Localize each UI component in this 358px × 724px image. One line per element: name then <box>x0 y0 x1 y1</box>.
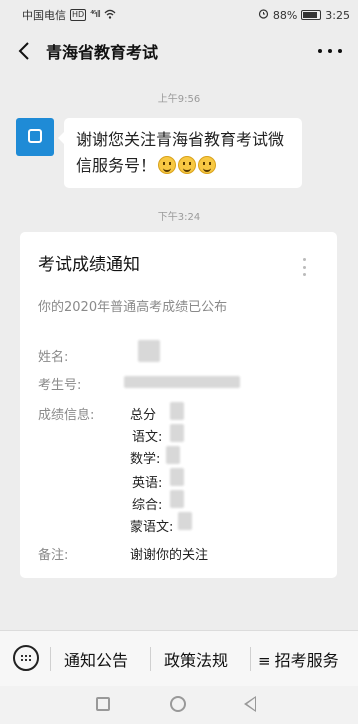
logo-icon <box>28 129 42 143</box>
redacted-score <box>166 446 180 464</box>
card-title: 考试成绩通知 <box>38 255 140 275</box>
score-label-english: 英语: <box>132 476 163 491</box>
official-account-menu: 通知公告 政策法规 ≡ 招考服务 <box>0 630 358 686</box>
welcome-message-bubble[interactable]: 谢谢您关注青海省教育考试微信服务号！ <box>58 118 302 188</box>
chevron-left-icon[interactable] <box>14 40 34 62</box>
list-icon: ≡ <box>258 652 271 670</box>
menu-item-policies[interactable]: 政策法规 <box>164 647 228 671</box>
system-navigation-bar <box>0 686 358 724</box>
remark-value: 谢谢你的关注 <box>130 548 209 563</box>
score-notice-card[interactable]: 考试成绩通知 你的2020年普通高考成绩已公布 姓名: 考生号: 成绩信息: 总… <box>20 232 337 578</box>
hd-badge: HD <box>70 9 87 21</box>
redacted-score <box>170 424 184 442</box>
card-subtitle: 你的2020年普通高考成绩已公布 <box>38 300 228 315</box>
redacted-score <box>178 512 192 530</box>
official-account-avatar[interactable] <box>16 118 54 156</box>
status-bar: 中国电信 HD ⁴⁶ıll 88% 3:25 <box>0 0 358 30</box>
battery-icon <box>301 10 322 20</box>
ellipsis-icon[interactable] <box>318 42 342 60</box>
keyboard-icon[interactable] <box>13 645 39 671</box>
alarm-icon <box>258 8 269 22</box>
redacted-score <box>170 490 184 508</box>
chat-header: 青海省教育考试 <box>0 30 358 72</box>
score-label-comprehensive: 综合: <box>132 498 163 513</box>
message-timestamp: 上午9:56 <box>157 94 201 105</box>
score-label-mongolian: 蒙语文: <box>130 520 174 535</box>
menu-item-label: 招考服务 <box>274 651 339 670</box>
score-label-chinese: 语文: <box>132 430 163 445</box>
menu-divider <box>250 647 251 671</box>
status-right: 88% 3:25 <box>258 8 350 22</box>
smile-emoji-icon <box>198 156 217 174</box>
carrier-name: 中国电信 <box>22 9 66 22</box>
back-icon-inner <box>247 698 255 710</box>
smile-emoji-icon <box>158 156 177 174</box>
smile-emoji-icon <box>178 156 197 174</box>
battery-percent: 88% <box>272 8 298 22</box>
name-label: 姓名: <box>38 350 69 365</box>
redacted-score <box>170 468 184 486</box>
score-label-total: 总分 <box>130 408 157 423</box>
card-more-icon[interactable] <box>303 258 307 276</box>
recent-apps-icon[interactable] <box>96 697 110 711</box>
score-label-math: 数学: <box>130 452 161 467</box>
exam-number-label: 考生号: <box>38 378 82 393</box>
signal-icon: ⁴⁶ıll <box>90 10 101 20</box>
remark-label: 备注: <box>38 548 69 563</box>
menu-divider <box>150 647 151 671</box>
home-icon[interactable] <box>170 696 186 712</box>
redacted-name <box>138 340 160 362</box>
redacted-exam-number <box>124 376 240 388</box>
status-left: 中国电信 HD ⁴⁶ıll <box>22 7 116 23</box>
menu-item-admission-services[interactable]: ≡ 招考服务 <box>258 647 339 671</box>
page-title: 青海省教育考试 <box>46 43 159 62</box>
status-time: 3:25 <box>325 8 350 22</box>
score-info-label: 成绩信息: <box>38 408 95 423</box>
menu-item-notices[interactable]: 通知公告 <box>64 647 128 671</box>
message-timestamp: 下午3:24 <box>157 212 201 223</box>
menu-divider <box>50 647 51 671</box>
redacted-score <box>170 402 184 420</box>
wifi-icon <box>104 9 116 22</box>
